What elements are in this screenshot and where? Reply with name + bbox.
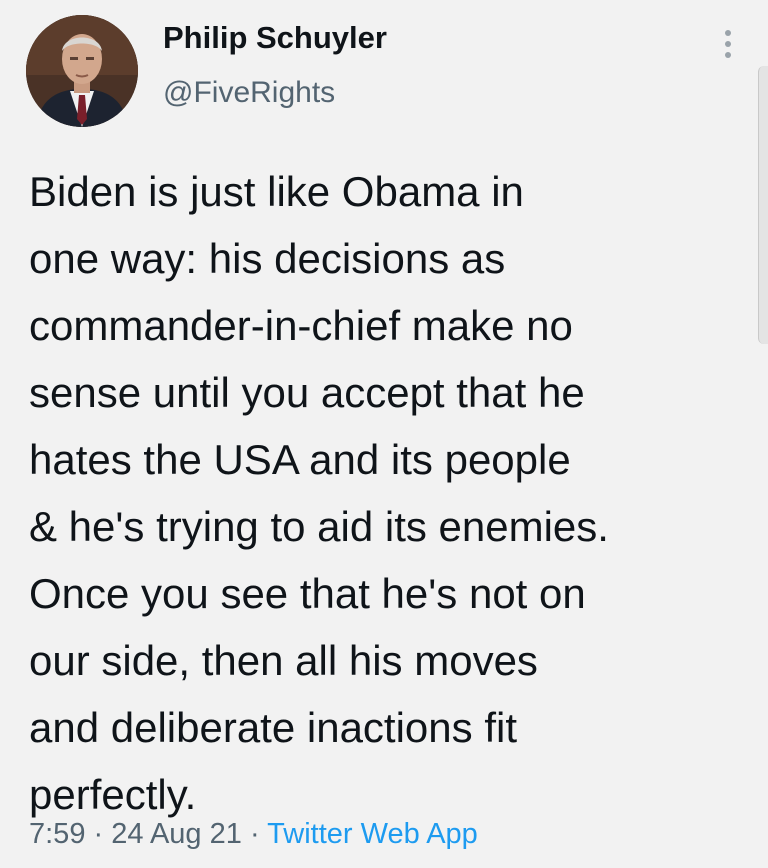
tweet-text-line: our side, then all his moves bbox=[29, 637, 538, 684]
tweet-card: Philip Schuyler @FiveRights Biden is jus… bbox=[0, 0, 768, 868]
tweet-text-line: Once you see that he's not on bbox=[29, 570, 586, 617]
tweet-text-line: commander-in-chief make no bbox=[29, 302, 573, 349]
user-handle[interactable]: @FiveRights bbox=[163, 76, 335, 110]
side-edge-panel bbox=[758, 66, 768, 344]
more-dot bbox=[725, 41, 731, 47]
tweet-text-line: & he's trying to aid its enemies. bbox=[29, 503, 609, 550]
meta-separator: · bbox=[249, 818, 260, 850]
display-name[interactable]: Philip Schuyler bbox=[163, 20, 387, 56]
avatar[interactable] bbox=[26, 15, 138, 127]
tweet-text: Biden is just like Obama in one way: his… bbox=[29, 158, 757, 828]
avatar-portrait bbox=[26, 15, 138, 127]
tweet-date[interactable]: 24 Aug 21 bbox=[111, 818, 242, 850]
tweet-text-line: and deliberate inactions fit bbox=[29, 704, 517, 751]
more-dot bbox=[725, 52, 731, 58]
more-dot bbox=[725, 30, 731, 36]
tweet-text-line: hates the USA and its people bbox=[29, 436, 571, 483]
tweet-text-line: one way: his decisions as bbox=[29, 235, 506, 282]
tweet-time[interactable]: 7:59 bbox=[29, 818, 85, 850]
tweet-meta: 7:59 · 24 Aug 21 · Twitter Web App bbox=[29, 818, 478, 851]
tweet-source-link[interactable]: Twitter Web App bbox=[267, 818, 478, 850]
more-vertical-icon[interactable] bbox=[714, 24, 742, 64]
tweet-text-line: sense until you accept that he bbox=[29, 369, 585, 416]
meta-separator: · bbox=[93, 818, 104, 850]
tweet-text-line: Biden is just like Obama in bbox=[29, 168, 524, 215]
